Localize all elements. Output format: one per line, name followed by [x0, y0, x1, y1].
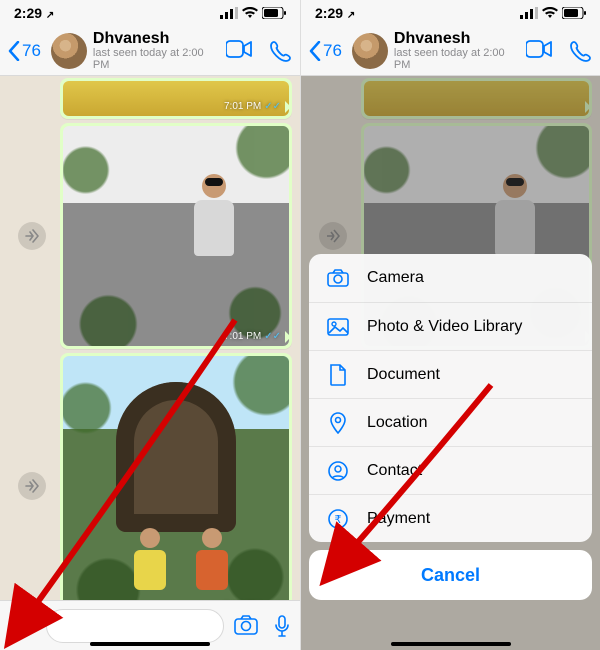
sheet-item-camera[interactable]: Camera	[309, 254, 592, 302]
back-button[interactable]: 76	[8, 41, 41, 61]
attachment-action-sheet: Camera Photo & Video Library Document Lo…	[309, 254, 592, 600]
sheet-item-label: Contact	[367, 462, 422, 480]
contact-icon	[328, 461, 348, 481]
status-bar: 2:29 ↗	[0, 0, 300, 26]
microphone-icon[interactable]	[274, 615, 290, 637]
cellular-icon	[220, 7, 238, 19]
rupee-icon: ₹	[328, 509, 348, 529]
home-indicator[interactable]	[90, 642, 210, 646]
message-image-1[interactable]: 7:01 PM✓✓	[60, 78, 292, 119]
contact-name: Dhvanesh	[93, 30, 220, 48]
cancel-label: Cancel	[421, 565, 480, 586]
battery-icon	[262, 7, 286, 19]
message-time: 7:01 PM	[224, 101, 261, 112]
avatar[interactable]	[51, 33, 87, 69]
camera-icon	[327, 269, 349, 287]
video-call-icon[interactable]	[226, 40, 252, 58]
wifi-icon	[542, 7, 558, 19]
chat-header: 76 Dhvanesh last seen today at 2:00 PM	[0, 26, 300, 76]
message-input[interactable]	[46, 609, 224, 643]
back-badge: 76	[22, 41, 41, 61]
document-icon	[329, 364, 347, 386]
sheet-item-label: Camera	[367, 269, 424, 287]
screenshot-right: 2:29 ↗ 76 Dhvanesh last seen today at 2:…	[300, 0, 600, 650]
status-time: 2:29 ↗	[315, 5, 355, 21]
read-ticks-icon: ✓✓	[264, 101, 281, 112]
sheet-item-document[interactable]: Document	[309, 350, 592, 398]
wifi-icon	[242, 7, 258, 19]
home-indicator[interactable]	[391, 642, 511, 646]
screenshot-left: 2:29 ↗ 76 Dhvanesh last seen today at 2:…	[0, 0, 300, 650]
voice-call-icon[interactable]	[570, 40, 592, 62]
contact-status: last seen today at 2:00 PM	[93, 47, 220, 71]
battery-icon	[562, 7, 586, 19]
forward-button[interactable]	[18, 472, 46, 500]
message-time: 7:01 PM	[224, 331, 261, 342]
back-badge: 76	[323, 41, 342, 61]
chevron-left-icon	[8, 41, 20, 61]
sheet-item-contact[interactable]: Contact	[309, 446, 592, 494]
sheet-item-photo-video[interactable]: Photo & Video Library	[309, 302, 592, 350]
forward-icon	[25, 229, 39, 243]
status-time: 2:29 ↗	[14, 5, 54, 21]
sheet-item-label: Location	[367, 414, 428, 432]
message-image-2[interactable]: 7:01 PM✓✓	[60, 123, 292, 349]
chat-title-block[interactable]: Dhvanesh last seen today at 2:00 PM	[394, 30, 520, 72]
sheet-item-label: Payment	[367, 510, 430, 528]
contact-status: last seen today at 2:00 PM	[394, 47, 520, 71]
forward-button[interactable]	[18, 222, 46, 250]
location-icon	[329, 412, 347, 434]
status-indicators	[220, 7, 286, 19]
sheet-item-label: Photo & Video Library	[367, 318, 522, 336]
chevron-left-icon	[309, 41, 321, 61]
status-bar: 2:29 ↗	[301, 0, 600, 26]
attach-button[interactable]: ＋	[10, 613, 36, 639]
avatar[interactable]	[352, 33, 388, 69]
video-call-icon[interactable]	[526, 40, 552, 58]
sheet-item-location[interactable]: Location	[309, 398, 592, 446]
gallery-icon	[327, 318, 349, 336]
forward-icon	[25, 479, 39, 493]
chat-body[interactable]: 7:01 PM✓✓ 7:01 PM✓✓ 7:01 PM✓✓	[0, 76, 300, 600]
sheet-item-label: Document	[367, 366, 440, 384]
back-button[interactable]: 76	[309, 41, 342, 61]
action-sheet-list: Camera Photo & Video Library Document Lo…	[309, 254, 592, 542]
contact-name: Dhvanesh	[394, 30, 520, 48]
status-indicators	[520, 7, 586, 19]
message-image-3[interactable]: 7:01 PM✓✓	[60, 353, 292, 600]
voice-call-icon[interactable]	[270, 40, 292, 62]
chat-title-block[interactable]: Dhvanesh last seen today at 2:00 PM	[93, 30, 220, 72]
svg-text:₹: ₹	[335, 514, 342, 526]
cellular-icon	[520, 7, 538, 19]
sheet-item-payment[interactable]: ₹ Payment	[309, 494, 592, 542]
chat-header: 76 Dhvanesh last seen today at 2:00 PM	[301, 26, 600, 76]
camera-input-icon[interactable]	[234, 615, 258, 635]
read-ticks-icon: ✓✓	[264, 331, 281, 342]
sheet-cancel-button[interactable]: Cancel	[309, 550, 592, 600]
